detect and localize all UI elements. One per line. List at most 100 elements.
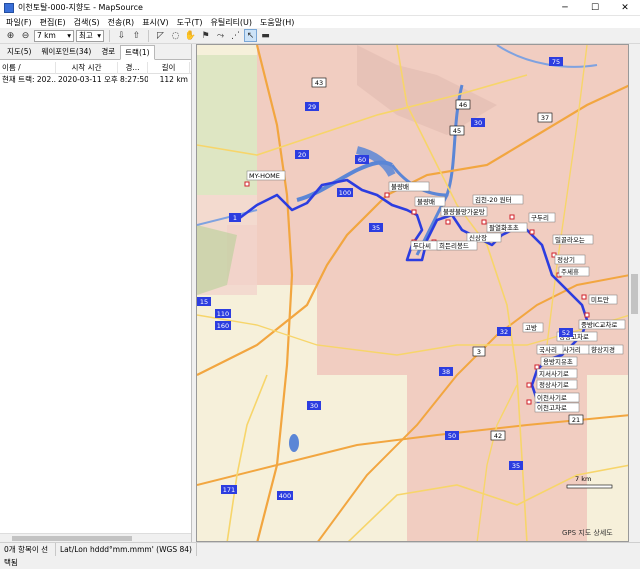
menu-search[interactable]: 검색(S) xyxy=(70,17,104,28)
waypoint-label[interactable]: 국사리 xyxy=(536,344,564,355)
horizontal-scrollbar[interactable] xyxy=(0,533,191,542)
table-row[interactable]: 현재 트랙: 202... 2020-03-11 오후... 8:27:50 1… xyxy=(0,74,191,85)
map-view[interactable]: MY-HOME 불량배 불량배 불량불망가운탕 김천-20 원터 팔열화초초 신… xyxy=(196,44,629,542)
route-shield: 21 xyxy=(568,414,584,425)
distance-tool-icon[interactable]: ▬ xyxy=(259,29,272,42)
waypoint-label[interactable]: 두다씨 xyxy=(410,240,442,251)
tab-maps[interactable]: 지도(5) xyxy=(2,44,36,59)
waypoint-label[interactable]: 고방 xyxy=(522,322,544,333)
waypoint-label[interactable]: 주세휴 xyxy=(558,266,590,277)
vertical-scrollbar[interactable] xyxy=(629,44,640,542)
menu-help[interactable]: 도움말(H) xyxy=(256,17,298,28)
chevron-down-icon: ▾ xyxy=(67,31,71,40)
map-select-tool-icon[interactable]: ◸ xyxy=(154,29,167,42)
hand-tool-icon[interactable]: ✋ xyxy=(184,29,197,42)
waypoint-label[interactable]: 구두리 xyxy=(528,212,556,223)
waypoint-label[interactable]: 신상장 xyxy=(466,232,502,243)
menu-utilities[interactable]: 유틸리티(U) xyxy=(206,17,256,28)
svg-text:42: 42 xyxy=(494,432,502,440)
waypoint-label[interactable]: 향상지경 xyxy=(588,344,624,355)
waypoint-label[interactable]: 불량배 xyxy=(388,181,430,192)
svg-text:불량배: 불량배 xyxy=(417,197,435,206)
waypoint-label[interactable]: 불량불망가운탕 xyxy=(440,206,488,217)
menu-file[interactable]: 파일(F) xyxy=(2,17,36,28)
svg-text:정상기: 정상기 xyxy=(557,255,575,264)
waypoint-label[interactable]: 팔열화초초 xyxy=(486,222,528,233)
track-table-header: 이름 / 시작 시간 경... 길이 xyxy=(0,61,191,74)
detail-select[interactable]: 최고 ▾ xyxy=(76,29,104,42)
send-to-device-icon[interactable]: ⇧ xyxy=(130,29,143,42)
menu-view[interactable]: 표시(V) xyxy=(138,17,172,28)
waypoint-label[interactable]: 정상기 xyxy=(554,254,586,265)
tab-routes[interactable]: 경로 xyxy=(96,44,120,59)
svg-text:30: 30 xyxy=(310,402,318,410)
column-length[interactable]: 길이 xyxy=(148,61,190,74)
map-canvas[interactable]: MY-HOME 불량배 불량배 불량불망가운탕 김천-20 원터 팔열화초초 신… xyxy=(197,45,629,542)
svg-text:20: 20 xyxy=(298,151,306,159)
tab-waypoints[interactable]: 웨이포인트(34) xyxy=(36,44,96,59)
detail-select-value: 최고 xyxy=(79,31,93,40)
scale-select-value: 7 km xyxy=(37,31,56,40)
scrollbar-thumb[interactable] xyxy=(631,274,638,314)
route-shield: 46 xyxy=(455,99,471,110)
route-shield: 45 xyxy=(449,125,465,136)
menu-tools[interactable]: 도구(T) xyxy=(173,17,207,28)
waypoint-label[interactable]: 정상사기로 xyxy=(536,379,578,390)
left-panel: 지도(5) 웨이포인트(34) 경로 트랙(1) 이름 / 시작 시간 경...… xyxy=(0,44,192,542)
svg-text:32: 32 xyxy=(500,328,508,336)
route-shield: 171 xyxy=(221,485,237,494)
route-shield: 3 xyxy=(472,346,486,357)
route-tool-icon[interactable]: ⤳ xyxy=(214,29,227,42)
route-shield: 30 xyxy=(307,401,321,410)
svg-text:이천사기로: 이천사기로 xyxy=(537,393,567,402)
waypoint-label[interactable]: 밀골라오는 xyxy=(552,234,594,245)
column-start-time[interactable]: 시작 시간 xyxy=(56,61,118,74)
route-shield: 15 xyxy=(197,297,211,306)
svg-text:30: 30 xyxy=(474,119,482,127)
waypoint-label[interactable]: 희든리봉드 xyxy=(436,240,478,251)
waypoint-label[interactable]: 이천고차로 xyxy=(534,402,580,413)
svg-text:이천고차로: 이천고차로 xyxy=(537,403,567,412)
minimize-button[interactable]: ─ xyxy=(550,0,580,16)
close-button[interactable]: ✕ xyxy=(610,0,640,16)
zoom-out-icon[interactable]: ⊖ xyxy=(19,29,32,42)
svg-text:고방: 고방 xyxy=(525,323,537,332)
waypoint-label[interactable]: MY-HOME xyxy=(246,170,286,181)
svg-text:29: 29 xyxy=(308,103,316,111)
waypoint-label[interactable]: 불량배 xyxy=(414,196,446,207)
waypoint-label[interactable]: 김천-20 원터 xyxy=(472,194,524,205)
menu-transfer[interactable]: 전송(R) xyxy=(104,17,139,28)
svg-text:김천-20 원터: 김천-20 원터 xyxy=(475,195,512,204)
svg-text:60: 60 xyxy=(358,156,366,164)
maximize-button[interactable]: ☐ xyxy=(580,0,610,16)
lasso-tool-icon[interactable]: ◌ xyxy=(169,29,182,42)
route-shield: 29 xyxy=(305,102,319,111)
svg-text:171: 171 xyxy=(223,486,235,494)
scale-select[interactable]: 7 km ▾ xyxy=(34,29,74,42)
waypoint-tool-icon[interactable]: ⚑ xyxy=(199,29,212,42)
waypoint-label[interactable]: 지서사기로 xyxy=(536,368,578,379)
track-tool-icon[interactable]: ⋰ xyxy=(229,29,242,42)
column-elapsed[interactable]: 경... xyxy=(118,61,148,74)
route-shield: 35 xyxy=(369,223,383,232)
menu-edit[interactable]: 편집(E) xyxy=(36,17,70,28)
waypoint-label[interactable]: 용방지유초 xyxy=(540,356,578,367)
waypoint-label[interactable]: 이천사기로 xyxy=(534,392,580,403)
route-shield: 400 xyxy=(277,491,293,500)
route-shield: 35 xyxy=(509,461,523,470)
selection-status: 0개 항목이 선택됨 xyxy=(0,542,56,567)
pointer-tool-icon[interactable]: ↖ xyxy=(244,29,257,42)
scrollbar-thumb[interactable] xyxy=(12,536,132,541)
svg-text:정상사기로: 정상사기로 xyxy=(539,380,569,389)
svg-text:불량불망가운탕: 불량불망가운탕 xyxy=(443,207,485,216)
svg-text:미트만: 미트만 xyxy=(591,295,609,304)
waypoint-label[interactable]: 중방IC교차로 xyxy=(578,319,626,330)
panel-tabs: 지도(5) 웨이포인트(34) 경로 트랙(1) xyxy=(0,44,191,60)
zoom-in-icon[interactable]: ⊕ xyxy=(4,29,17,42)
waypoint-label[interactable]: 미트만 xyxy=(588,294,618,305)
tab-tracks[interactable]: 트랙(1) xyxy=(120,45,155,60)
svg-text:35: 35 xyxy=(512,462,520,470)
column-name[interactable]: 이름 / xyxy=(0,61,56,74)
receive-from-device-icon[interactable]: ⇩ xyxy=(115,29,128,42)
track-start-cell: 2020-03-11 오후... xyxy=(58,75,118,84)
